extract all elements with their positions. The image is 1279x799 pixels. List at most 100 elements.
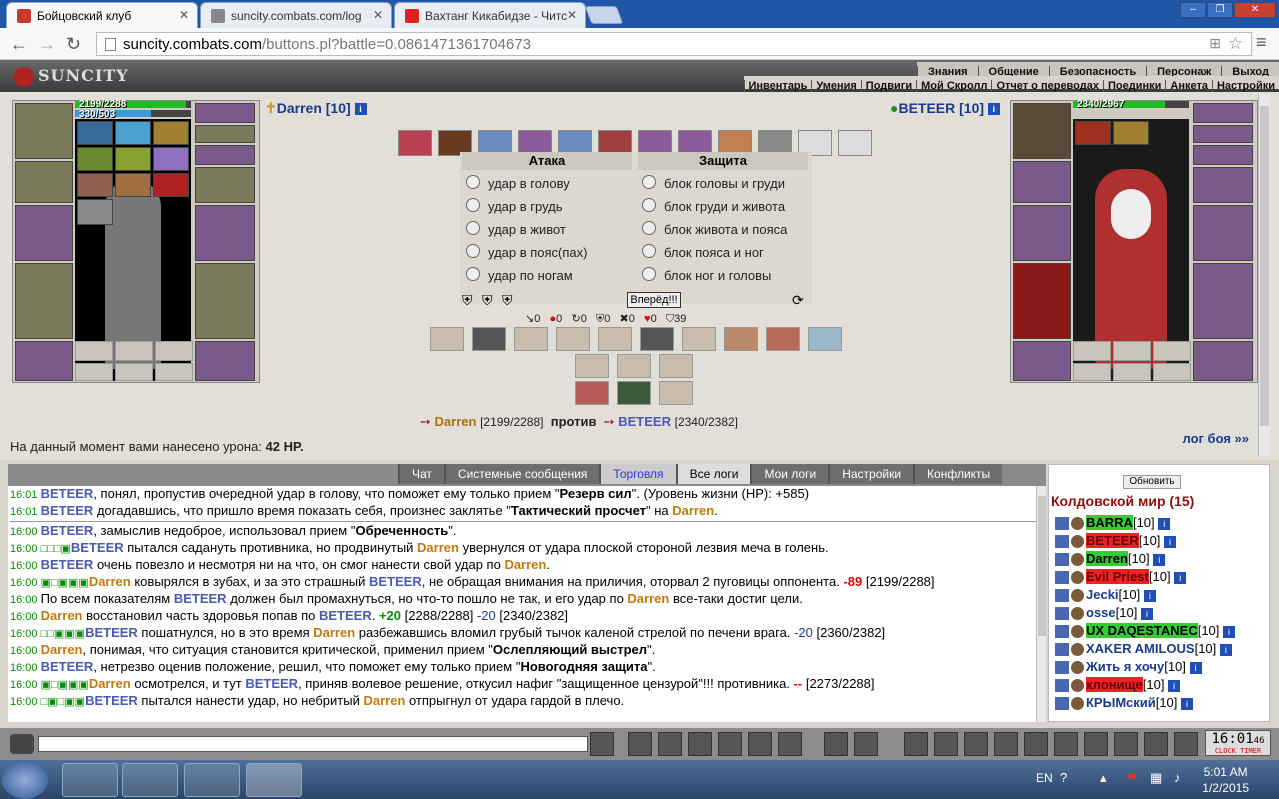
player-link[interactable]: BETEER <box>41 659 94 674</box>
walk-icon[interactable] <box>718 732 742 756</box>
online-user[interactable]: XAKER AMILOUS[10] i <box>1055 641 1232 657</box>
medal-icon[interactable] <box>1084 732 1108 756</box>
window-close-button[interactable]: ✕ <box>1234 2 1276 18</box>
helmet-slot[interactable] <box>1013 103 1071 159</box>
refresh-button[interactable]: Обновить <box>1123 475 1181 489</box>
tab-trade[interactable]: Торговля <box>599 464 676 484</box>
empty-slot[interactable] <box>115 363 153 381</box>
ie-icon[interactable] <box>184 763 240 797</box>
empty-slot[interactable] <box>75 341 113 361</box>
boots-slot[interactable] <box>195 341 255 381</box>
media-player-icon[interactable] <box>122 763 178 797</box>
gloves-right-slot[interactable] <box>1193 167 1253 203</box>
forward-icon[interactable]: → <box>38 34 56 55</box>
skills-icon[interactable] <box>934 732 958 756</box>
empty-slot[interactable] <box>1073 363 1111 381</box>
player-link[interactable]: BETEER <box>71 540 124 555</box>
save-icon[interactable] <box>688 732 712 756</box>
player-link[interactable]: BETEER <box>41 523 94 538</box>
gloves-slot[interactable] <box>15 161 73 203</box>
private-msg-icon[interactable] <box>1055 535 1069 549</box>
info-icon[interactable]: i <box>987 103 1000 116</box>
submenu-transfers[interactable]: Отчет о переводах <box>991 80 1103 92</box>
submenu-skills[interactable]: Умения <box>811 80 860 92</box>
attack-chest-radio[interactable]: удар в грудь <box>462 193 632 216</box>
shield-slot[interactable] <box>1193 205 1253 261</box>
tab-youtube[interactable]: Вахтанг Кикабидзе - Читс ✕ <box>394 2 586 28</box>
online-user[interactable]: osse[10] i <box>1055 605 1153 621</box>
skill-icon[interactable] <box>575 381 609 405</box>
online-user[interactable]: Evil Priest[10] i <box>1055 569 1187 585</box>
tab-fight-club[interactable]: Бойцовский клуб ✕ <box>6 2 198 29</box>
earrings-slot[interactable] <box>195 103 255 123</box>
online-user[interactable]: клонище[10] i <box>1055 677 1181 693</box>
info-icon[interactable]: i <box>1164 535 1177 548</box>
buff-icon[interactable] <box>115 173 151 197</box>
skill-icon[interactable] <box>556 327 590 351</box>
buff-icon[interactable] <box>1075 121 1111 145</box>
player-link[interactable]: Darren <box>89 676 131 691</box>
private-msg-icon[interactable] <box>1055 679 1069 693</box>
submenu-scroll[interactable]: Мой Скролл <box>916 80 991 92</box>
earrings-slot[interactable] <box>1193 103 1253 123</box>
player-link[interactable]: BETEER <box>41 557 94 572</box>
shield-icon[interactable]: ⛨ <box>462 292 473 309</box>
empty-slot[interactable] <box>155 341 193 361</box>
info-icon[interactable]: i <box>1181 697 1194 710</box>
skill-icon[interactable] <box>659 381 693 405</box>
info-icon[interactable]: i <box>1219 643 1232 656</box>
submenu-inventory[interactable]: Инвентарь <box>743 80 812 92</box>
skill-icon[interactable] <box>617 354 651 378</box>
player-link[interactable]: BETEER <box>174 591 227 606</box>
private-msg-icon[interactable] <box>1055 697 1069 711</box>
skill-icon[interactable] <box>659 354 693 378</box>
weapon-slot[interactable] <box>1013 205 1071 261</box>
player-link[interactable]: BETEER <box>319 608 372 623</box>
empty-slot[interactable] <box>1073 341 1111 361</box>
left-player-name[interactable]: ✝Darren [10] i <box>265 100 367 117</box>
minimize-button[interactable]: – <box>1180 2 1206 18</box>
private-msg-icon[interactable] <box>1055 625 1069 639</box>
tab-settings[interactable]: Настройки <box>828 464 914 484</box>
shield-slot[interactable] <box>195 205 255 261</box>
submenu-duels[interactable]: Поединки <box>1102 80 1165 92</box>
shield-icon[interactable]: ⛨ <box>502 292 513 309</box>
private-msg-icon[interactable] <box>1055 607 1069 621</box>
friends-icon[interactable] <box>1144 732 1168 756</box>
lock-icon[interactable] <box>904 732 928 756</box>
tab-system[interactable]: Системные сообщения <box>443 464 600 484</box>
start-button[interactable] <box>2 761 48 799</box>
tab-conflicts[interactable]: Конфликты <box>913 464 1003 484</box>
back-icon[interactable]: ← <box>10 34 28 55</box>
private-msg-icon[interactable] <box>1055 517 1069 531</box>
buff-icon[interactable] <box>153 147 189 171</box>
sound-icon[interactable] <box>778 732 802 756</box>
empty-slot[interactable] <box>1113 363 1151 381</box>
skill-icon[interactable] <box>766 327 800 351</box>
block-chest-stomach-radio[interactable]: блок груди и живота <box>638 193 808 216</box>
attack-head-radio[interactable]: удар в голову <box>462 170 632 193</box>
belt-slot[interactable] <box>15 341 73 381</box>
buff-icon[interactable] <box>1113 121 1149 145</box>
close-icon[interactable]: ✕ <box>179 8 189 22</box>
filter-icon[interactable] <box>658 732 682 756</box>
new-tab-button[interactable] <box>584 6 624 24</box>
translit-icon[interactable] <box>748 732 772 756</box>
tab-chat[interactable]: Чат <box>398 464 444 484</box>
empty-slot[interactable] <box>1153 341 1191 361</box>
player-link[interactable]: BETEER <box>41 486 94 501</box>
info-icon[interactable]: i <box>1140 607 1153 620</box>
submenu-settings[interactable]: Настройки <box>1211 80 1279 92</box>
rings-slot[interactable] <box>1193 145 1253 165</box>
empty-slot[interactable] <box>155 363 193 381</box>
flag-icon[interactable]: ⚑ <box>1126 770 1138 786</box>
player-link[interactable]: Darren <box>41 608 83 623</box>
skill-icon[interactable] <box>640 327 674 351</box>
explorer-icon[interactable] <box>62 763 118 797</box>
player-link[interactable]: Darren <box>363 693 405 708</box>
buff-icon[interactable] <box>115 147 151 171</box>
amulet-slot[interactable] <box>195 125 255 143</box>
info-icon[interactable]: i <box>1174 571 1187 584</box>
skill-icon[interactable] <box>430 327 464 351</box>
info-icon[interactable]: i <box>354 103 367 116</box>
